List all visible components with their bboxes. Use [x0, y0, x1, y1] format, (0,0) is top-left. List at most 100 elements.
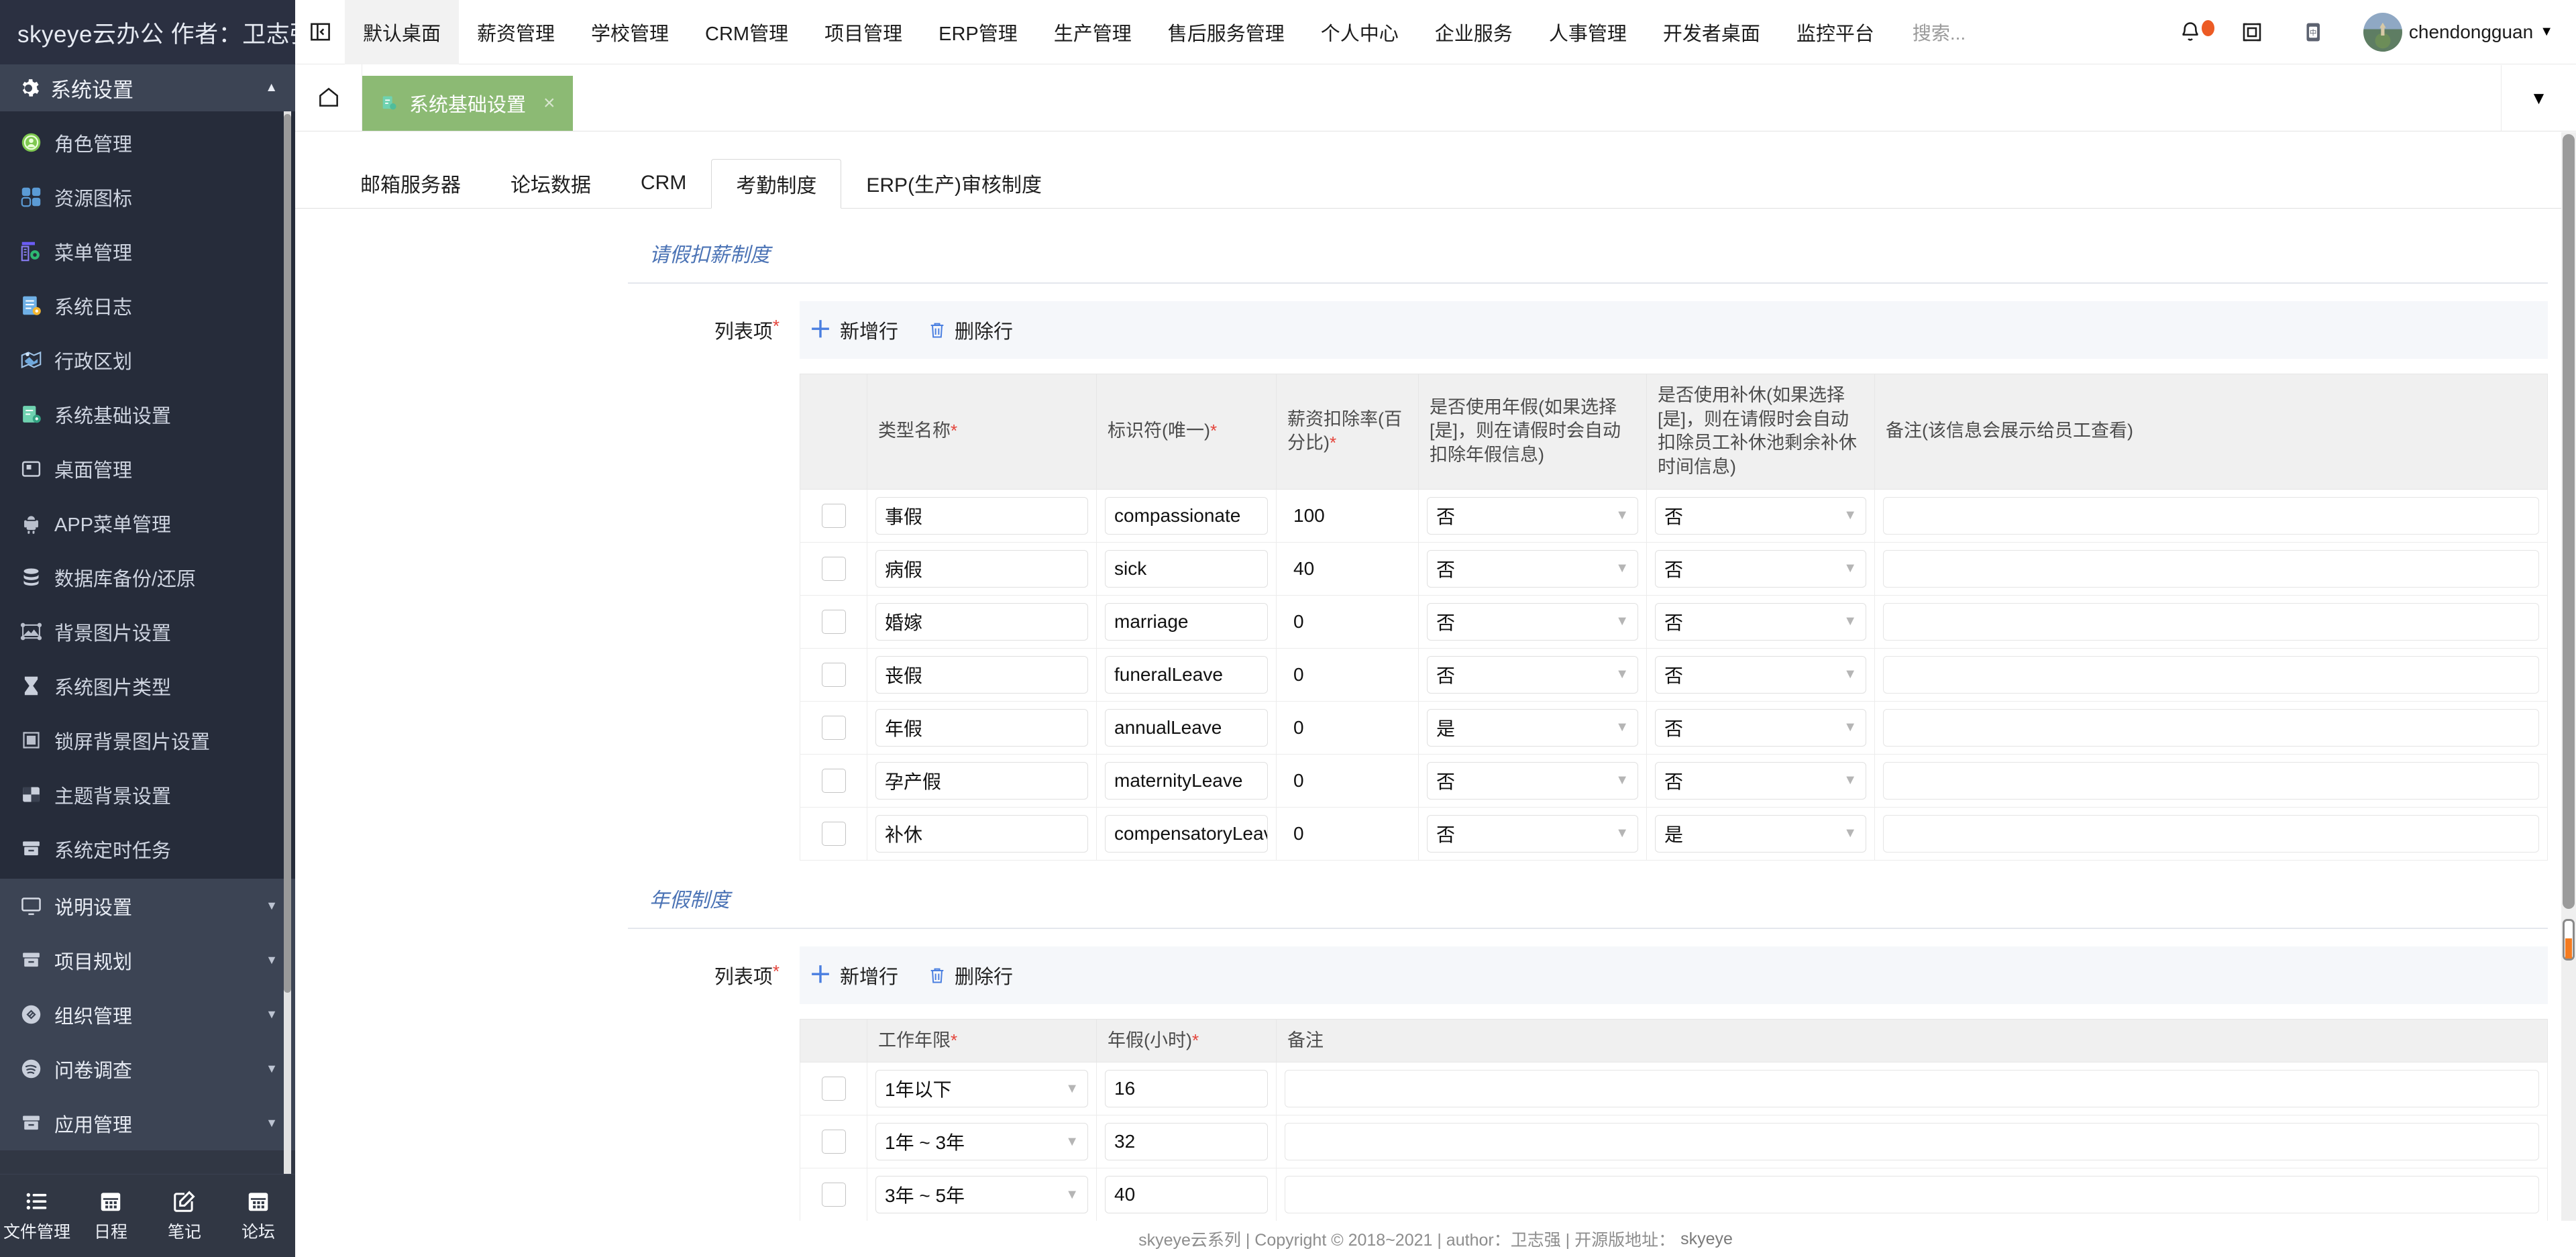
- identifier-input[interactable]: sick: [1105, 549, 1268, 588]
- delete-row-button[interactable]: 删除行: [928, 316, 1013, 344]
- row-checkbox[interactable]: [821, 1130, 846, 1154]
- top-nav-item-5[interactable]: ERP管理: [920, 0, 1036, 64]
- sidebar-item-basic-settings[interactable]: 系统基础设置: [0, 387, 295, 441]
- rate-input[interactable]: 0: [1285, 602, 1410, 641]
- row-checkbox[interactable]: [821, 503, 846, 528]
- collapse-menu-button[interactable]: [295, 0, 345, 64]
- row-checkbox[interactable]: [821, 662, 846, 687]
- use-annual-select[interactable]: 是 ▼: [1427, 708, 1638, 747]
- rate-input[interactable]: 0: [1285, 814, 1410, 853]
- type-name-input[interactable]: 事假: [875, 496, 1088, 535]
- add-row-button[interactable]: ＋ 新增行: [809, 961, 898, 989]
- tab-forum-data[interactable]: 论坛数据: [486, 158, 616, 208]
- use-compensatory-select[interactable]: 否 ▼: [1655, 761, 1866, 800]
- page-tab-basic-settings[interactable]: 系统基础设置 ×: [362, 76, 573, 131]
- sidebar-scrollbar-thumb[interactable]: [284, 114, 291, 993]
- add-row-button[interactable]: ＋ 新增行: [809, 316, 898, 344]
- sidebar-item-background-image-settings[interactable]: 背景图片设置: [0, 604, 295, 659]
- tab-mail-server[interactable]: 邮箱服务器: [335, 158, 486, 208]
- top-nav-item-8[interactable]: 个人中心: [1303, 0, 1417, 64]
- identifier-input[interactable]: compensatoryLeave: [1105, 814, 1268, 853]
- sidebar-group-system-settings[interactable]: 系统设置 ▲: [0, 64, 295, 111]
- top-nav-item-3[interactable]: CRM管理: [687, 0, 806, 64]
- top-nav-item-0[interactable]: 默认桌面: [345, 0, 460, 64]
- type-name-input[interactable]: 孕产假: [875, 761, 1088, 800]
- remark-input[interactable]: [1883, 708, 2539, 747]
- footer-link[interactable]: skyeye: [1680, 1229, 1733, 1249]
- tab-crm[interactable]: CRM: [616, 158, 711, 208]
- use-compensatory-select[interactable]: 否 ▼: [1655, 602, 1866, 641]
- scroll-position-marker[interactable]: [2563, 919, 2575, 961]
- identifier-input[interactable]: marriage: [1105, 602, 1268, 641]
- use-compensatory-select[interactable]: 否 ▼: [1655, 496, 1866, 535]
- remark-input[interactable]: [1883, 814, 2539, 853]
- remark-input[interactable]: [1285, 1176, 2539, 1214]
- use-annual-select[interactable]: 否 ▼: [1427, 655, 1638, 694]
- row-checkbox[interactable]: [821, 821, 846, 846]
- rate-input[interactable]: 0: [1285, 761, 1410, 800]
- home-button[interactable]: [295, 64, 362, 131]
- remark-input[interactable]: [1883, 496, 2539, 535]
- top-nav-item-2[interactable]: 学校管理: [573, 0, 687, 64]
- sidebar-item-lockscreen-background[interactable]: 锁屏背景图片设置: [0, 713, 295, 767]
- use-compensatory-select[interactable]: 是 ▼: [1655, 814, 1866, 853]
- tab-erp-approval-policy[interactable]: ERP(生产)审核制度: [841, 158, 1067, 208]
- sidebar-item-database-backup[interactable]: 数据库备份/还原: [0, 550, 295, 604]
- rate-input[interactable]: 0: [1285, 708, 1410, 747]
- tab-overflow-button[interactable]: ▼: [2501, 65, 2576, 131]
- top-nav-item-12[interactable]: 监控平台: [1778, 0, 1892, 64]
- top-nav-item-10[interactable]: 人事管理: [1531, 0, 1645, 64]
- sidebar-item-menu-management[interactable]: 菜单管理: [0, 224, 295, 278]
- remark-input[interactable]: [1883, 602, 2539, 641]
- sidebar-item-desktop-management[interactable]: 桌面管理: [0, 441, 295, 496]
- sidebar-item-system-image-type[interactable]: 系统图片类型: [0, 659, 295, 713]
- row-checkbox[interactable]: [821, 1077, 846, 1101]
- row-checkbox[interactable]: [821, 556, 846, 581]
- sidebar-item-administrative-region[interactable]: 行政区划: [0, 333, 295, 387]
- identifier-input[interactable]: compassionate: [1105, 496, 1268, 535]
- top-nav-item-1[interactable]: 薪资管理: [459, 0, 573, 64]
- work-years-select[interactable]: 1年以下 ▼: [875, 1070, 1088, 1108]
- work-years-select[interactable]: 1年 ~ 3年 ▼: [875, 1123, 1088, 1161]
- sidebar-item-role-management[interactable]: 角色管理: [0, 115, 295, 170]
- annual-hours-input[interactable]: 40: [1105, 1176, 1268, 1214]
- row-checkbox[interactable]: [821, 1183, 846, 1207]
- quick-action-schedule[interactable]: 日程: [74, 1189, 148, 1243]
- rate-input[interactable]: 0: [1285, 655, 1410, 694]
- top-nav-item-7[interactable]: 售后服务管理: [1150, 0, 1303, 64]
- use-compensatory-select[interactable]: 否 ▼: [1655, 708, 1866, 747]
- use-annual-select[interactable]: 否 ▼: [1427, 814, 1638, 853]
- remark-input[interactable]: [1883, 655, 2539, 694]
- rate-input[interactable]: 100: [1285, 496, 1410, 535]
- sidebar-group-description-settings[interactable]: 说明设置 ▼: [0, 879, 295, 933]
- use-compensatory-select[interactable]: 否 ▼: [1655, 655, 1866, 694]
- type-name-input[interactable]: 年假: [875, 708, 1088, 747]
- sidebar-group-survey[interactable]: 问卷调查 ▼: [0, 1042, 295, 1096]
- identifier-input[interactable]: annualLeave: [1105, 708, 1268, 747]
- quick-action-file-management[interactable]: 文件管理: [0, 1189, 74, 1243]
- sidebar-group-project-planning[interactable]: 项目规划 ▼: [0, 933, 295, 987]
- remark-input[interactable]: [1883, 761, 2539, 800]
- sidebar-item-system-log[interactable]: 系统日志: [0, 278, 295, 333]
- remark-input[interactable]: [1285, 1123, 2539, 1161]
- type-name-input[interactable]: 婚嫁: [875, 602, 1088, 641]
- sidebar-item-theme-background[interactable]: 主题背景设置: [0, 767, 295, 822]
- remark-input[interactable]: [1883, 549, 2539, 588]
- use-compensatory-select[interactable]: 否 ▼: [1655, 549, 1866, 588]
- top-nav-item-11[interactable]: 开发者桌面: [1645, 0, 1778, 64]
- identifier-input[interactable]: maternityLeave: [1105, 761, 1268, 800]
- sidebar-item-resource-icons[interactable]: 资源图标: [0, 170, 295, 224]
- row-checkbox[interactable]: [821, 715, 846, 740]
- type-name-input[interactable]: 丧假: [875, 655, 1088, 694]
- work-years-select[interactable]: 3年 ~ 5年 ▼: [875, 1176, 1088, 1214]
- row-checkbox[interactable]: [821, 768, 846, 793]
- rate-input[interactable]: 40: [1285, 549, 1410, 588]
- remark-input[interactable]: [1285, 1070, 2539, 1108]
- language-switch-button[interactable]: 中: [2302, 20, 2326, 44]
- sidebar-item-scheduled-tasks[interactable]: 系统定时任务: [0, 822, 295, 876]
- type-name-input[interactable]: 补休: [875, 814, 1088, 853]
- annual-hours-input[interactable]: 32: [1105, 1123, 1268, 1161]
- notification-bell-button[interactable]: [2178, 19, 2214, 44]
- sidebar-item-app-menu-management[interactable]: APP菜单管理: [0, 496, 295, 550]
- top-nav-item-9[interactable]: 企业服务: [1417, 0, 1531, 64]
